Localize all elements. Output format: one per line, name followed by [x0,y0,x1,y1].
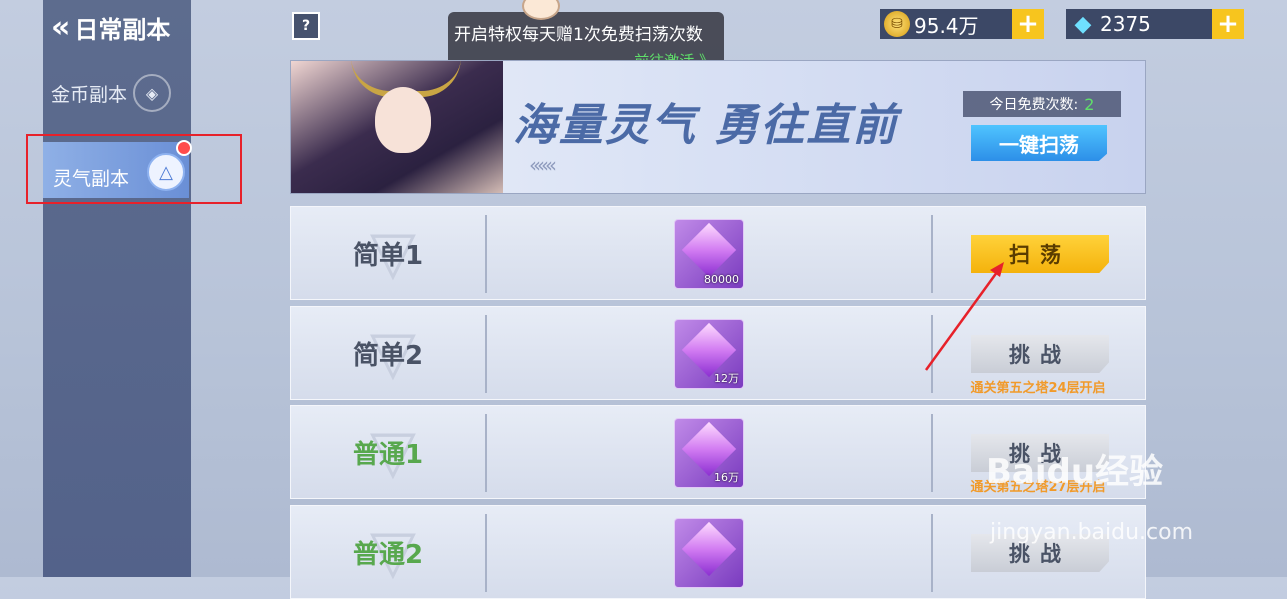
help-button[interactable]: ? [292,12,320,40]
sidebar: « 日常副本 金币副本 ◈ 灵气副本 △ [43,0,192,577]
free-count-badge: 今日免费次数: 2 [963,91,1121,117]
character-face [375,87,431,153]
challenge-button[interactable]: 挑战 [971,335,1109,373]
character-portrait [291,61,503,193]
level-name: 简单1 [352,240,424,271]
unlock-requirement: 通关第五之塔24层开启 [970,381,1106,396]
aura-crystal-icon [681,421,737,477]
sweep-button[interactable]: 扫荡 [971,235,1109,273]
gold-amount: 95.4万 [914,13,979,38]
level-row: ▽ 简单1 80000 扫荡 [290,206,1146,300]
gem-amount: 2375 [1100,12,1151,36]
watermark-brand: Baidu经验 [986,452,1164,492]
level-name: 普通1 [352,439,424,470]
divider [485,215,487,293]
reward-item[interactable]: 12万 [674,319,744,389]
highlight-box [26,134,242,204]
reward-amount: 16万 [714,471,739,484]
level-name: 简单2 [352,340,424,371]
reward-item[interactable]: 80000 [674,219,744,289]
aura-crystal-icon [681,521,737,577]
divider [485,514,487,592]
divider [931,514,933,592]
back-label: 日常副本 [74,16,171,44]
back-button[interactable]: « 日常副本 [51,10,170,45]
sidebar-item-gold-dungeon[interactable]: 金币副本 ◈ [51,74,172,112]
notice-text: 开启特权每天赠1次免费扫荡次数 [454,25,703,45]
event-banner: 海量灵气 勇往直前 ‹‹‹‹‹‹ 今日免费次数: 2 一键扫荡 [290,60,1146,194]
divider [485,414,487,492]
gold-counter: ⛁ 95.4万 + [880,9,1044,39]
banner-slogan: 海量灵气 勇往直前 [513,100,899,151]
reward-amount: 12万 [714,372,739,385]
gold-coin-icon: ⛁ [884,11,910,37]
gem-counter: ◆ 2375 + [1066,9,1244,39]
watermark-url: jingyan.baidu.com [990,520,1194,545]
arrow-decoration-icon: ‹‹‹‹‹‹ [529,153,557,177]
aura-crystal-icon [681,222,737,278]
aura-crystal-icon [681,322,737,378]
add-gold-button[interactable]: + [1012,9,1044,39]
chevron-left-icon: « [51,9,71,45]
reward-item[interactable]: 16万 [674,418,744,488]
divider [485,315,487,393]
level-name: 普通2 [352,539,424,570]
gold-dungeon-icon: ◈ [133,74,172,112]
free-count-label: 今日免费次数: [989,97,1079,113]
add-gem-button[interactable]: + [1212,9,1244,39]
reward-amount: 80000 [704,273,739,286]
free-count-value: 2 [1084,94,1095,114]
diamond-icon: ◆ [1074,11,1092,37]
sidebar-item-label: 金币副本 [51,83,128,106]
level-row: ▽ 简单2 12万 挑战 通关第五之塔24层开启 [290,306,1146,400]
reward-item[interactable] [674,518,744,588]
sweep-all-button[interactable]: 一键扫荡 [971,125,1107,161]
divider [931,215,933,293]
